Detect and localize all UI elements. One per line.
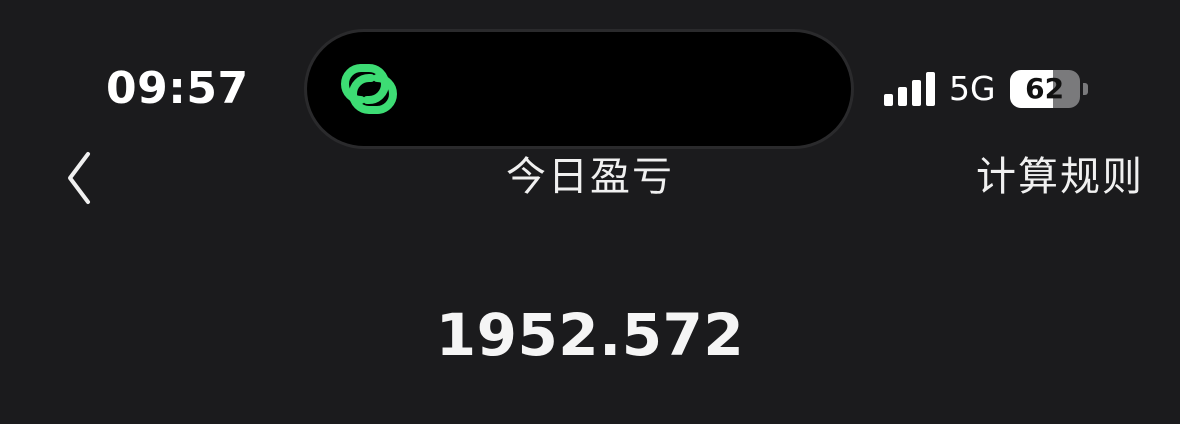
screen: 09:57 5G 62 今日盈亏 计算规则 1952.572 <box>0 0 1180 424</box>
battery-level: 62 <box>1025 72 1065 105</box>
page-title: 今日盈亏 <box>506 154 674 200</box>
link-rings-icon <box>341 64 397 114</box>
today-pnl-value: 1952.572 <box>435 301 745 369</box>
status-indicators: 5G 62 <box>884 66 1088 112</box>
battery-icon: 62 <box>1009 70 1080 108</box>
calculation-rules-button[interactable]: 计算规则 <box>976 150 1144 204</box>
dynamic-island[interactable] <box>307 32 851 146</box>
back-button[interactable] <box>58 148 102 208</box>
chevron-left-icon <box>68 152 90 204</box>
status-time: 09:57 <box>106 63 249 114</box>
cellular-signal-icon <box>884 72 935 106</box>
battery-cap <box>1082 83 1088 95</box>
network-type: 5G <box>949 69 996 108</box>
